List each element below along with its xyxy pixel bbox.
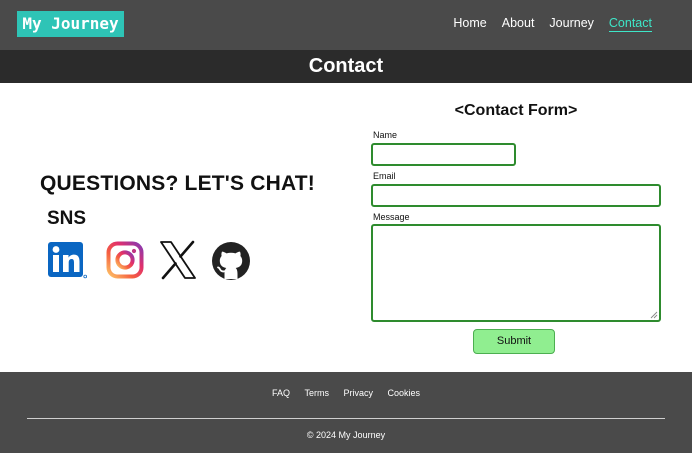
resize-grip-icon[interactable] [650,311,658,319]
footer-link-terms[interactable]: Terms [304,388,329,398]
email-input[interactable] [371,184,661,207]
github-icon[interactable] [211,240,251,280]
sns-heading: SNS [47,208,87,229]
name-label: Name [373,130,398,140]
email-label: Email [373,171,396,181]
site-footer: FAQ Terms Privacy Cookies © 2024 My Jour… [0,372,692,453]
copyright-text: © 2024 My Journey [306,430,386,440]
footer-divider [27,418,665,419]
linkedin-icon[interactable] [47,240,87,280]
page-title: Contact [0,50,692,83]
footer-link-privacy[interactable]: Privacy [344,388,374,398]
site-header: My Journey Home About Journey Contact [0,0,692,50]
nav-home-link[interactable]: Home [453,15,486,32]
name-input[interactable] [371,143,516,166]
instagram-icon[interactable] [105,240,145,280]
footer-link-faq[interactable]: FAQ [272,388,290,398]
sns-icon-row [47,240,257,282]
contact-form-title: <Contact Form> [454,102,578,119]
main-nav: Home About Journey Contact [438,15,652,32]
x-icon[interactable] [158,240,198,280]
submit-button[interactable]: Submit [473,329,555,354]
nav-contact-link[interactable]: Contact [608,15,652,32]
footer-link-cookies[interactable]: Cookies [388,388,421,398]
message-label: Message [373,212,410,222]
site-logo[interactable]: My Journey [17,11,124,37]
nav-about-link[interactable]: About [502,15,535,32]
footer-links: FAQ Terms Privacy Cookies [0,388,692,398]
chat-heading: QUESTIONS? LET'S CHAT! [40,172,316,195]
nav-journey-link[interactable]: Journey [549,15,593,32]
message-textarea[interactable] [371,224,661,322]
